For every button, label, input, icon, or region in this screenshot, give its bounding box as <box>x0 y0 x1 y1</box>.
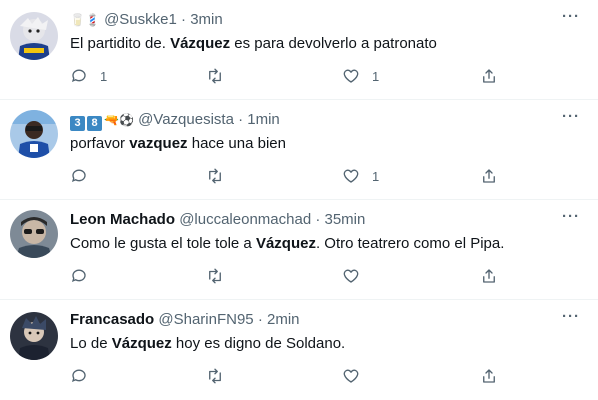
reply-count: 1 <box>100 68 108 84</box>
text-part: es para devolverlo a patronato <box>230 35 437 52</box>
soccer-ball-emoji: ⚽ <box>118 113 134 127</box>
like-icon <box>343 69 359 83</box>
text-part: Como le gusta el tole tole a <box>70 235 256 252</box>
text-part: . Otro teatrero como el Pipa. <box>315 235 505 252</box>
like-button[interactable] <box>342 266 372 286</box>
more-icon[interactable]: ··· <box>562 208 580 225</box>
more-icon[interactable]: ··· <box>562 8 580 25</box>
tweet[interactable]: Leon Machado @luccaleonmachad · 35min ··… <box>0 200 598 300</box>
keycap-three-emoji: 3 <box>70 116 85 131</box>
display-name[interactable]: Leon Machado <box>70 211 175 228</box>
reply-icon <box>71 269 86 283</box>
retweet-button[interactable] <box>206 266 236 286</box>
text-part: hace una bien <box>187 135 286 152</box>
reply-button[interactable] <box>70 366 100 386</box>
retweet-button[interactable] <box>206 66 236 86</box>
share-icon <box>483 69 495 83</box>
separator: · <box>238 111 244 128</box>
share-icon <box>483 369 495 383</box>
tweet[interactable]: 3 8 🔫⚽ @Vazquesista · 1min ··· porfavor va… <box>0 100 598 200</box>
tweet-header: 🥛💈 @Suskke1 · 3min <box>70 10 558 30</box>
tweet-actions <box>70 366 510 386</box>
handle[interactable]: @luccaleonmachad <box>179 211 311 228</box>
more-icon[interactable]: ··· <box>562 108 580 125</box>
share-button[interactable] <box>480 66 498 86</box>
separator: · <box>181 11 187 28</box>
tweet-actions: 1 1 <box>70 66 510 86</box>
reply-icon <box>71 69 86 83</box>
share-button[interactable] <box>480 166 498 186</box>
tweet-text: El partidito de. Vázquez es para devolve… <box>70 34 437 54</box>
reply-button[interactable]: 1 <box>70 66 107 86</box>
tweet-text: Lo de Vázquez hoy es digno de Soldano. <box>70 334 345 354</box>
timestamp[interactable]: 2min <box>267 311 300 328</box>
avatar[interactable] <box>10 110 58 158</box>
separator: · <box>257 311 263 328</box>
like-button[interactable]: 1 <box>342 66 379 86</box>
badge-emoji: 🥛 <box>70 13 85 27</box>
tweet-text: Como le gusta el tole tole a Vázquez. Ot… <box>70 234 504 254</box>
retweet-icon <box>209 68 221 84</box>
retweet-icon <box>209 368 221 384</box>
reply-button[interactable] <box>70 266 100 286</box>
text-highlight: vazquez <box>129 135 188 152</box>
tweet-actions <box>70 266 510 286</box>
badge-emoji: 💈 <box>84 13 100 27</box>
retweet-icon <box>209 168 221 184</box>
timestamp[interactable]: 1min <box>247 111 280 128</box>
avatar[interactable] <box>10 210 58 258</box>
retweet-button[interactable] <box>206 366 236 386</box>
text-part: El partidito de. <box>70 35 171 52</box>
text-highlight: Vázquez <box>255 235 316 252</box>
avatar[interactable] <box>10 12 58 60</box>
separator: · <box>315 211 321 228</box>
timestamp[interactable]: 35min <box>325 211 366 228</box>
reply-icon <box>71 169 86 183</box>
reply-button[interactable] <box>70 166 100 186</box>
tweet-actions: 1 <box>70 166 510 186</box>
handle[interactable]: @Suskke1 <box>104 11 177 28</box>
avatar[interactable] <box>10 312 58 360</box>
handle[interactable]: @SharinFN95 <box>158 311 253 328</box>
like-icon <box>343 369 359 383</box>
text-part: hoy es digno de Soldano. <box>171 335 346 352</box>
tweet-header: Francasado @SharinFN95 · 2min <box>70 310 558 330</box>
retweet-button[interactable] <box>206 166 236 186</box>
share-button[interactable] <box>480 366 498 386</box>
more-icon[interactable]: ··· <box>562 308 580 325</box>
like-icon <box>343 269 359 283</box>
like-button[interactable] <box>342 366 372 386</box>
like-icon <box>343 169 359 183</box>
share-button[interactable] <box>480 266 498 286</box>
tweet-header: Leon Machado @luccaleonmachad · 35min <box>70 210 558 230</box>
pistol-emoji: 🔫 <box>104 113 119 127</box>
share-icon <box>483 169 495 183</box>
share-icon <box>483 269 495 283</box>
text-highlight: Vázquez <box>111 335 172 352</box>
tweet-text: porfavor vazquez hace una bien <box>70 134 286 154</box>
tweet[interactable]: 🥛💈 @Suskke1 · 3min ··· El partidito de. … <box>0 0 598 100</box>
text-highlight: Vázquez <box>170 35 231 52</box>
like-button[interactable]: 1 <box>342 166 379 186</box>
handle[interactable]: @Vazquesista <box>138 111 234 128</box>
like-count: 1 <box>372 68 380 84</box>
text-part: porfavor <box>70 135 130 152</box>
tweet-header: 3 8 🔫⚽ @Vazquesista · 1min <box>70 110 558 131</box>
retweet-icon <box>209 268 221 284</box>
display-name[interactable]: Francasado <box>70 311 154 328</box>
like-count: 1 <box>372 168 380 184</box>
reply-icon <box>71 369 86 383</box>
tweet[interactable]: Francasado @SharinFN95 · 2min ··· Lo de … <box>0 300 598 400</box>
keycap-eight-emoji: 8 <box>87 116 102 131</box>
timestamp[interactable]: 3min <box>190 11 223 28</box>
text-part: Lo de <box>70 335 112 352</box>
